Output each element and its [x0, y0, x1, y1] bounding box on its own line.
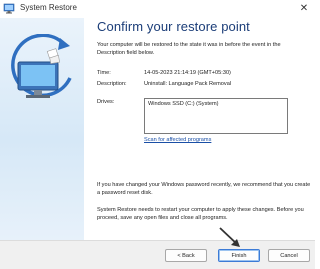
description-value: Uninstall: Language Pack Removal [144, 81, 232, 87]
main-content: Confirm your restore point Your computer… [84, 18, 315, 240]
restore-computer-illustration [11, 34, 72, 98]
button-bar: < Back Finish Cancel [0, 240, 315, 269]
page-title: Confirm your restore point [97, 19, 250, 34]
restart-note: System Restore needs to restart your com… [97, 207, 304, 221]
system-restore-icon [3, 3, 15, 14]
time-label: Time: [97, 70, 111, 76]
drives-label: Drives: [97, 99, 115, 105]
pointer-arrow [219, 227, 240, 247]
intro-text: Your computer will be restored to the st… [97, 42, 281, 56]
system-restore-window: System Restore ✕ Confirm your restore po… [0, 0, 315, 269]
scan-affected-programs-link[interactable]: Scan for affected programs [144, 137, 211, 143]
title-bar: System Restore ✕ [0, 0, 315, 18]
finish-button[interactable]: Finish [218, 249, 260, 262]
time-value: 14-05-2023 21:14:19 (GMT+05:30) [144, 70, 231, 76]
back-button[interactable]: < Back [165, 249, 207, 262]
drives-list[interactable]: Windows SSD (C:) (System) [144, 98, 288, 134]
sidebar-panel [0, 18, 84, 240]
cancel-button[interactable]: Cancel [268, 249, 310, 262]
list-item[interactable]: Windows SSD (C:) (System) [148, 101, 219, 107]
description-label: Description: [97, 81, 127, 87]
password-note: If you have changed your Windows passwor… [97, 182, 311, 196]
window-title: System Restore [20, 3, 77, 12]
close-button[interactable]: ✕ [297, 2, 311, 16]
